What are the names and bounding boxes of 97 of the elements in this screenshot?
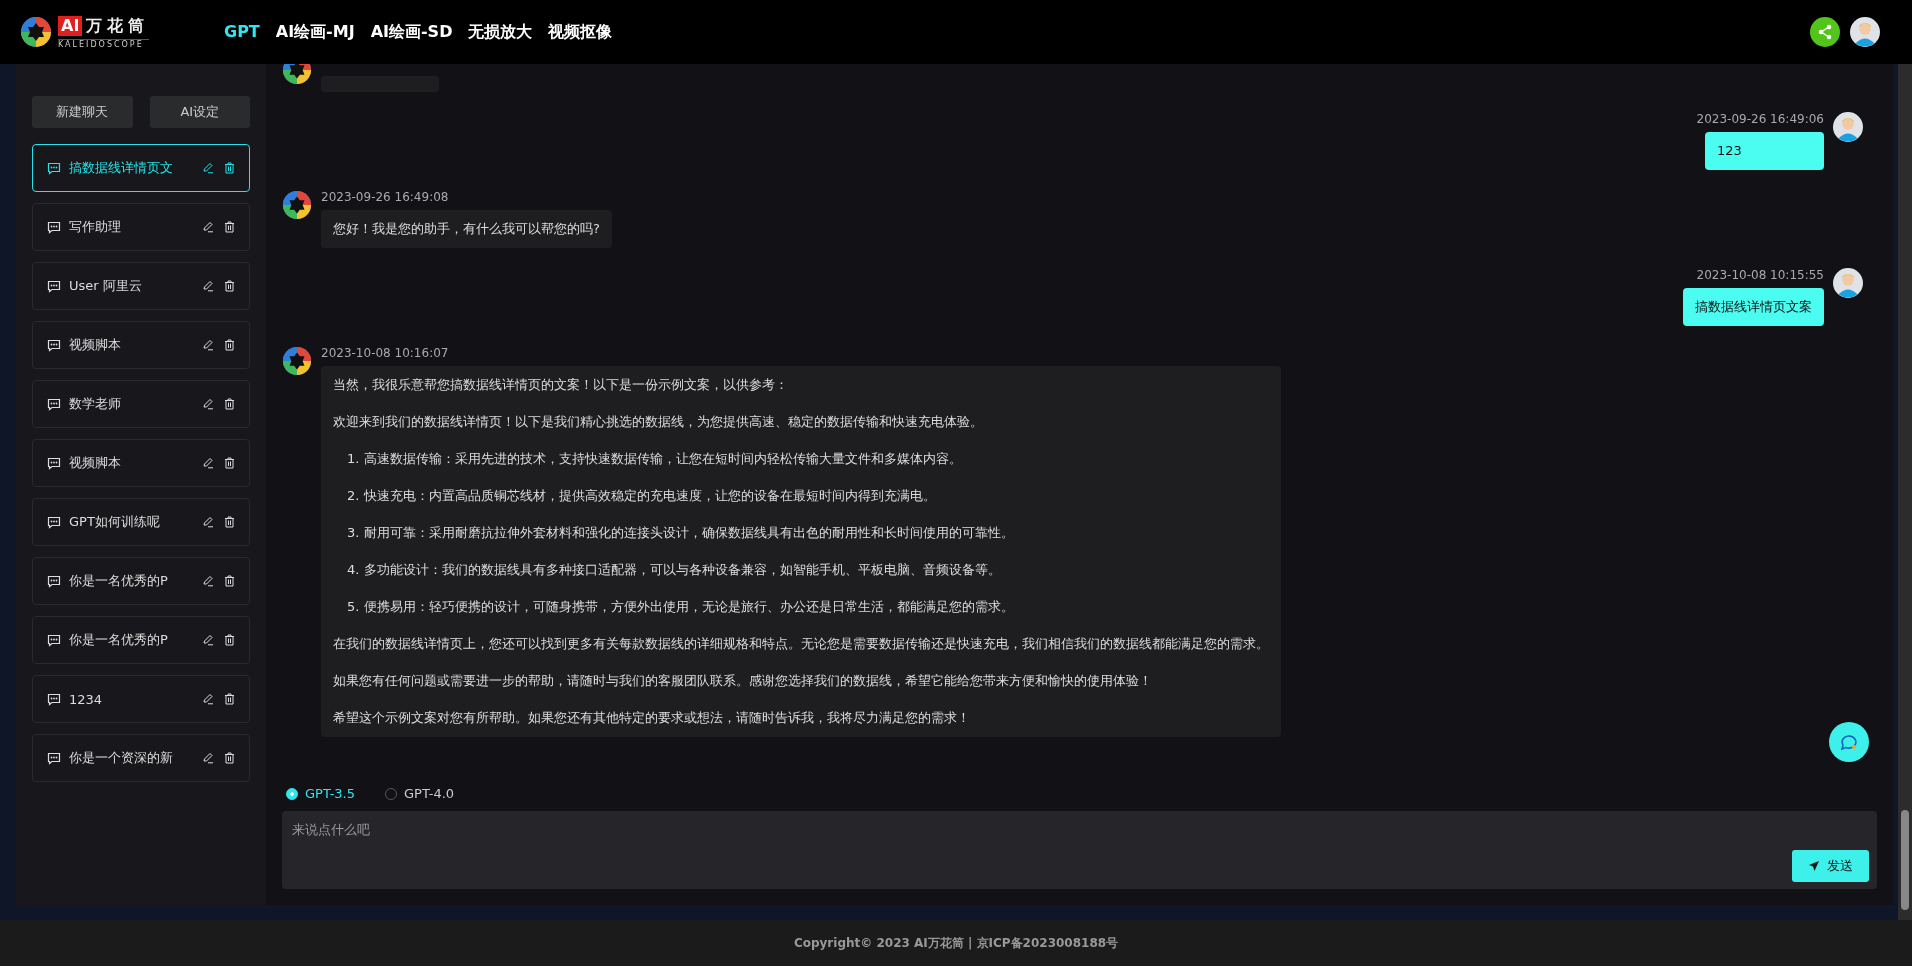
chat-item[interactable]: User 阿里云 (32, 262, 250, 310)
delete-icon[interactable] (224, 280, 235, 292)
edit-icon[interactable] (202, 221, 214, 233)
edit-icon[interactable] (202, 516, 214, 528)
chat-title: 视频脚本 (69, 454, 122, 472)
chat-bubble-icon (47, 161, 61, 175)
bot-avatar (282, 190, 312, 220)
chat-title: 搞数据线详情页文 (69, 159, 174, 177)
message-paragraph: 欢迎来到我们的数据线详情页！以下是我们精心挑选的数据线，为您提供高速、稳定的数据传输和快速充电体验。 (333, 413, 984, 431)
chat-item[interactable]: 搞数据线详情页文 (32, 144, 250, 192)
edit-icon[interactable] (202, 398, 214, 410)
chat-item[interactable]: 你是一个资深的新 (32, 734, 250, 782)
logo-subtitle: KALEIDOSCOPE (58, 38, 150, 49)
message-time: 2023-09-26 16:49:08 (321, 190, 450, 204)
scrollbar[interactable] (1898, 64, 1912, 920)
chat-bubble-icon (47, 574, 61, 588)
message-paragraph: 希望这个示例文案对您有所帮助。如果您还有其他特定的要求或想法，请随时告诉我，我将尽力满足您的需求！ (333, 709, 971, 727)
user-avatar (1833, 268, 1863, 298)
kaleidoscope-logo-icon (20, 16, 52, 48)
message-time: 2023-09-26 16:49:06 (1696, 112, 1824, 126)
logo-name: 万花筒 (86, 15, 150, 37)
delete-icon[interactable] (224, 162, 235, 174)
chat-bubble-icon (47, 397, 61, 411)
delete-icon[interactable] (224, 398, 235, 410)
chat-title: 你是一个资深的新 (69, 749, 174, 767)
chat-title: User 阿里云 (69, 277, 143, 295)
chat-bubble-icon (47, 220, 61, 234)
nav-link[interactable]: 无损放大 (468, 21, 533, 43)
delete-icon[interactable] (224, 516, 235, 528)
delete-icon[interactable] (224, 693, 235, 705)
nav-link[interactable]: GPT (224, 21, 260, 43)
chat-title: 1234 (69, 691, 104, 707)
edit-icon[interactable] (202, 457, 214, 469)
chat-bubble-icon (47, 515, 61, 529)
edit-icon[interactable] (202, 752, 214, 764)
paper-plane-icon (1808, 860, 1820, 872)
sidebar-button[interactable]: 新建聊天 (32, 96, 133, 128)
chat-bubble-icon (47, 692, 61, 706)
chat-bubble-icon (47, 279, 61, 293)
edit-icon[interactable] (202, 162, 214, 174)
edit-icon[interactable] (202, 634, 214, 646)
chat-item[interactable]: 视频脚本 (32, 321, 250, 369)
chat-title: 视频脚本 (69, 336, 122, 354)
chat-title: 你是一名优秀的P (69, 572, 169, 590)
chat-bubble-icon (47, 633, 61, 647)
edit-icon[interactable] (202, 339, 214, 351)
delete-icon[interactable] (224, 634, 235, 646)
nav-link[interactable]: AI绘画-MJ (275, 21, 355, 43)
delete-icon[interactable] (224, 221, 235, 233)
share-icon[interactable] (1810, 17, 1840, 47)
bot-avatar (282, 346, 312, 376)
user-avatar (1850, 17, 1880, 47)
chat-title: 你是一名优秀的P (69, 631, 169, 649)
chat-item[interactable]: 你是一名优秀的P (32, 616, 250, 664)
chat-item[interactable]: 写作助理 (32, 203, 250, 251)
chat-item[interactable]: 你是一名优秀的P (32, 557, 250, 605)
nav-link[interactable]: 视频抠像 (548, 21, 613, 43)
logo-badge: AI (58, 16, 83, 36)
send-button[interactable]: 发送 (1792, 850, 1869, 882)
chat-title: 数学老师 (69, 395, 122, 413)
message-paragraph: 2. 快速充电：内置高品质铜芯线材，提供高效稳定的充电速度，让您的设备在最短时间内得到充满电。 (346, 487, 937, 505)
chat-item[interactable]: 1234 (32, 675, 250, 723)
delete-icon[interactable] (224, 339, 235, 351)
message-paragraph: 1. 高速数据传输：采用先进的技术，支持快速数据传输，让您在短时间内轻松传输大量文件和多媒体内容。 (346, 450, 963, 468)
delete-icon[interactable] (224, 575, 235, 587)
message-paragraph: 如果您有任何问题或需要进一步的帮助，请随时与我们的客服团队联系。感谢您选择我们的数据线，希望它能给您带来方便和愉快的使用体验！ (333, 672, 1153, 690)
chat-bubble-icon (47, 456, 61, 470)
copyright-text: Copyright© 2023 AI万花筒 | 京ICP备2023008188号 (793, 934, 1119, 952)
message-time: 2023-10-08 10:15:55 (1696, 268, 1824, 282)
message-paragraph: 当然，我很乐意帮您搞数据线详情页的文案！以下是一份示例文案，以供参考： (333, 376, 789, 394)
chat-title: GPT如何训练呢 (69, 513, 161, 531)
edit-icon[interactable] (202, 280, 214, 292)
chat-item[interactable]: GPT如何训练呢 (32, 498, 250, 546)
chat-fab-icon[interactable] (1829, 722, 1869, 762)
message-input[interactable]: 来说点什么吧 发送 (282, 811, 1877, 889)
chat-bubble-icon (47, 338, 61, 352)
message-paragraph: 4. 多功能设计：我们的数据线具有多种接口适配器，可以与各种设备兼容，如智能手机、平板电脑、音频设备等。 (346, 561, 1002, 579)
delete-icon[interactable] (224, 752, 235, 764)
user-message: 123 (1705, 132, 1824, 170)
message-paragraph: 在我们的数据线详情页上，您还可以找到更多有关每款数据线的详细规格和特点。无论您是需要数据传输还是快速充电，我们相信我们的数据线都能满足您的需求。 (333, 635, 1269, 653)
delete-icon[interactable] (224, 457, 235, 469)
chat-item[interactable]: 数学老师 (32, 380, 250, 428)
chat-bubble-icon (47, 751, 61, 765)
edit-icon[interactable] (202, 575, 214, 587)
user-avatar (1833, 112, 1863, 142)
message-time: 2023-10-08 10:16:07 (321, 346, 450, 360)
edit-icon[interactable] (202, 693, 214, 705)
chat-item[interactable]: 视频脚本 (32, 439, 250, 487)
model-radio[interactable]: GPT-3.5 (286, 786, 356, 801)
nav-link[interactable]: AI绘画-SD (370, 21, 453, 43)
message-paragraph: 5. 便携易用：轻巧便携的设计，可随身携带，方便外出使用，无论是旅行、办公还是日常生活，都能满足您的需求。 (346, 598, 1015, 616)
chat-title: 写作助理 (69, 218, 122, 236)
model-radio[interactable]: GPT-4.0 (385, 786, 455, 801)
sidebar-button[interactable]: AI设定 (149, 96, 250, 128)
user-message: 搞数据线详情页文案 (1683, 288, 1824, 326)
message-paragraph: 3. 耐用可靠：采用耐磨抗拉伸外套材料和强化的连接头设计，确保数据线具有出色的耐用性和长时间使用的可靠性。 (346, 524, 1015, 542)
message-paragraph: 您好！我是您的助手，有什么我可以帮您的吗? (333, 220, 600, 238)
